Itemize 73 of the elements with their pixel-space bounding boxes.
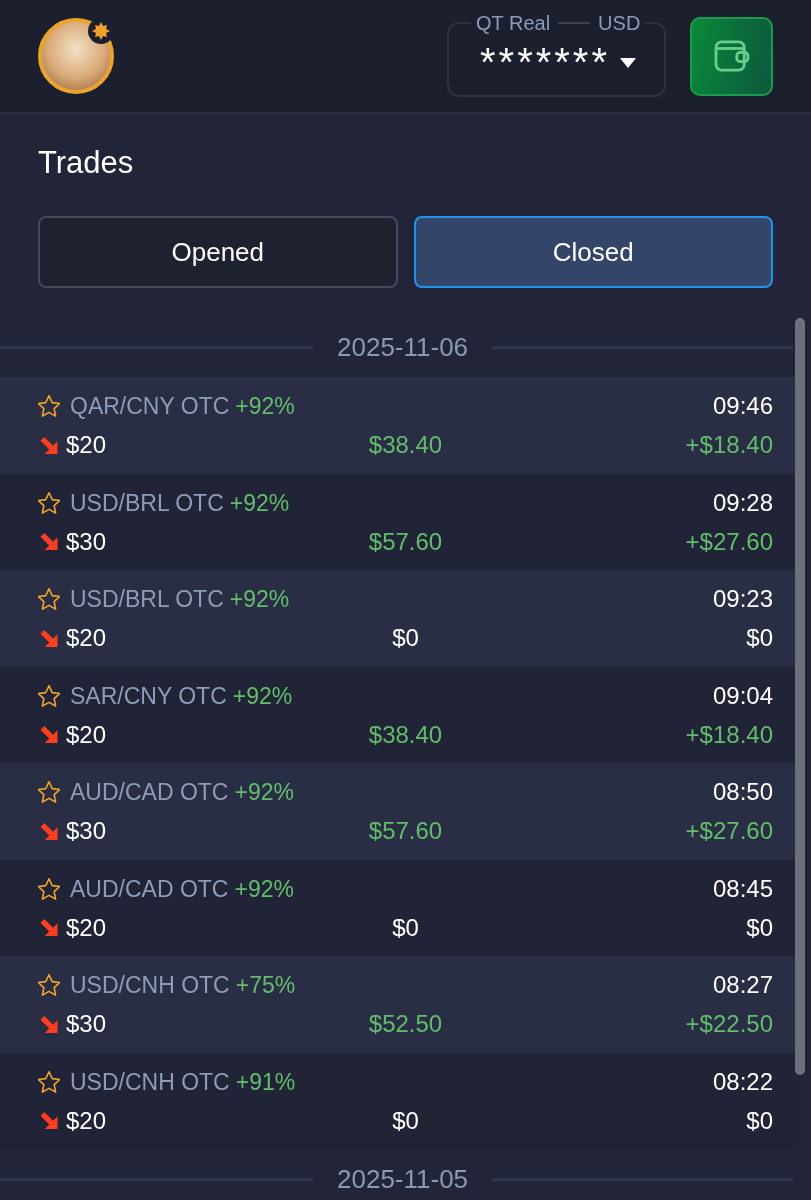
payout-rate: +92% (232, 681, 293, 710)
trade-amount: $20 (66, 720, 107, 749)
trade-row[interactable]: USD/BRL OTC +92% 09:23 $20 $0 $0 (0, 570, 795, 667)
payout-rate: +92% (235, 392, 295, 420)
asset-name: SAR/CNY OTC (70, 681, 227, 710)
wallet-button[interactable] (690, 16, 773, 96)
asset-name: AUD/CAD OTC (70, 874, 229, 903)
star-icon[interactable] (38, 491, 60, 514)
star-icon[interactable] (38, 781, 60, 803)
trade-time: 09:23 (712, 585, 773, 613)
payout-amount: $0 (392, 624, 419, 652)
profit-amount: $0 (746, 1106, 773, 1135)
balance-value: ******* (480, 38, 610, 84)
asset-name: USD/CNH OTC (70, 971, 230, 999)
payout-rate: +92% (229, 488, 290, 517)
caret-icon (620, 57, 636, 68)
asset-name: USD/BRL OTC (70, 488, 224, 517)
trade-time: 09:28 (712, 488, 773, 517)
payout-amount: $0 (392, 913, 419, 942)
asset-name: AUD/CAD OTC (70, 778, 229, 806)
payout-amount: $38.40 (368, 431, 443, 459)
page-title: Trades (38, 145, 134, 181)
account-type-label: QT Real (476, 11, 551, 34)
star-icon[interactable] (38, 877, 60, 900)
star-icon[interactable] (38, 1070, 60, 1093)
profit-amount: $0 (746, 624, 773, 652)
profit-amount: $0 (746, 913, 773, 942)
trade-amount: $20 (66, 431, 107, 459)
profit-amount: +$27.60 (685, 527, 773, 556)
date-label: 2025-11-06 (337, 332, 469, 362)
payout-rate: +75% (235, 971, 296, 999)
trade-time: 08:27 (712, 971, 773, 999)
starburst-badge-icon (88, 18, 114, 44)
trade-row[interactable]: QAR/CNY OTC +92% 09:46 $20 $38.40 +$18.40 (0, 377, 795, 474)
scrollbar[interactable] (795, 318, 805, 1075)
star-icon[interactable] (38, 395, 60, 417)
payout-amount: $0 (392, 1106, 419, 1135)
date-label: 2025-11-05 (337, 1164, 469, 1194)
profit-amount: +$18.40 (685, 431, 773, 459)
trade-row[interactable]: USD/CNH OTC +75% 08:27 $30 $52.50 +$22.50 (0, 956, 795, 1053)
asset-name: QAR/CNY OTC (70, 392, 230, 420)
star-icon[interactable] (38, 974, 60, 996)
payout-amount: $57.60 (368, 527, 443, 556)
payout-amount: $57.60 (368, 817, 443, 845)
tab[interactable]: Closed (413, 216, 773, 288)
currency-label: USD (598, 11, 641, 34)
trade-amount: $20 (66, 1106, 107, 1135)
trade-row[interactable]: AUD/CAD OTC +92% 08:50 $30 $57.60 +$27.60 (0, 763, 795, 860)
trade-amount: $20 (66, 913, 107, 942)
payout-rate: +92% (234, 778, 294, 806)
trade-time: 08:45 (712, 874, 773, 903)
trade-amount: $20 (66, 624, 107, 652)
profit-amount: +$18.40 (685, 720, 773, 749)
asset-name: USD/BRL OTC (70, 585, 224, 613)
profit-amount: +$27.60 (685, 817, 773, 845)
trade-amount: $30 (66, 817, 107, 845)
payout-amount: $38.40 (368, 720, 443, 749)
payout-amount: $52.50 (368, 1010, 443, 1038)
profit-amount: +$22.50 (685, 1010, 773, 1038)
trade-amount: $30 (66, 1010, 107, 1038)
trade-time: 09:04 (712, 681, 773, 710)
trade-time: 09:46 (712, 392, 773, 420)
asset-name: USD/CNH OTC (70, 1067, 230, 1096)
tab[interactable]: Opened (38, 216, 398, 288)
trade-amount: $30 (66, 527, 107, 556)
trade-time: 08:50 (712, 778, 773, 806)
trade-time: 08:22 (712, 1067, 773, 1096)
wallet-icon (713, 40, 750, 72)
payout-rate: +91% (235, 1067, 296, 1096)
payout-rate: +92% (234, 874, 294, 903)
star-icon[interactable] (38, 684, 60, 707)
payout-rate: +92% (229, 585, 290, 613)
star-icon[interactable] (38, 588, 60, 610)
